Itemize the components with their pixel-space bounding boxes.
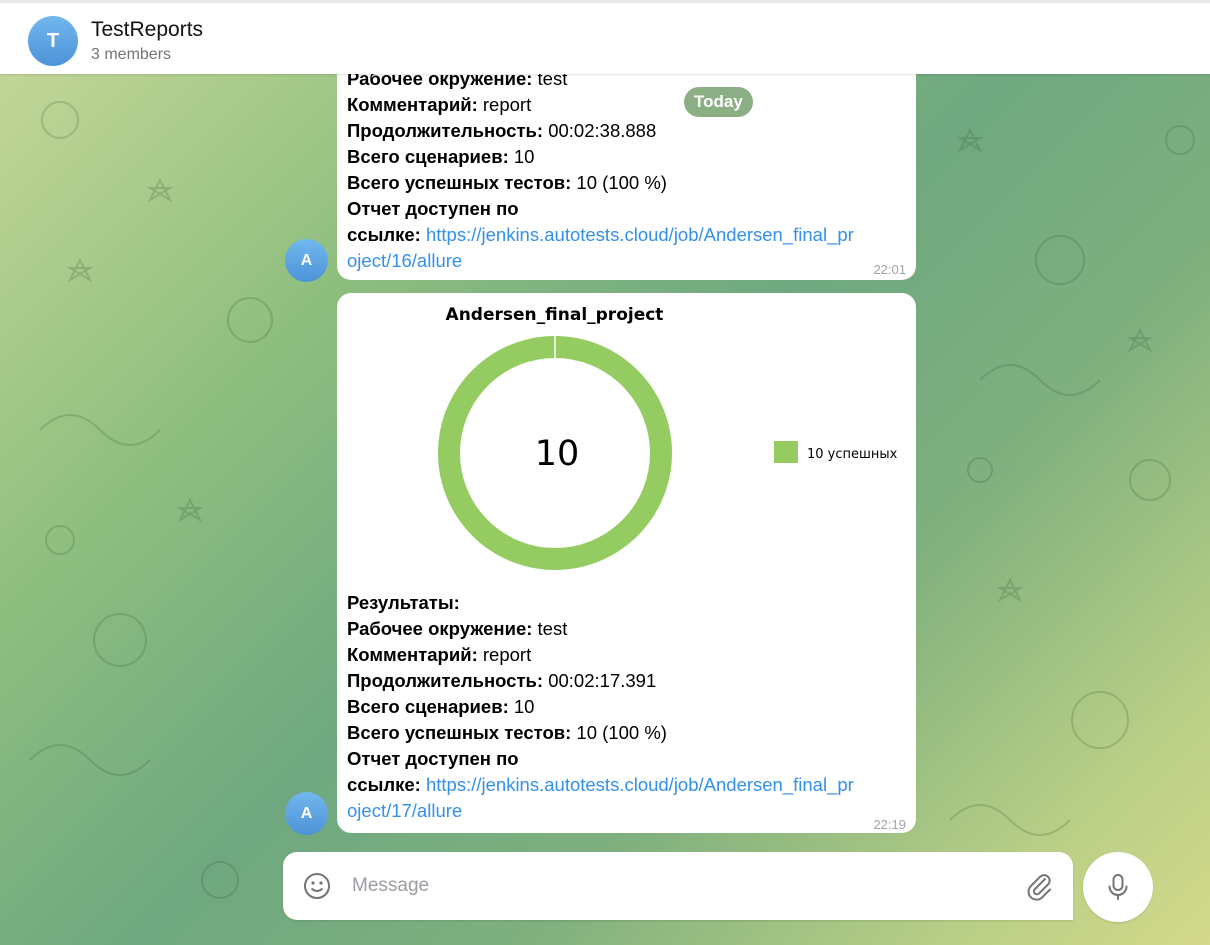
chart-title: Andersen_final_project [445, 305, 664, 325]
message-line: Всего сценариев: 10 [347, 146, 535, 167]
message-input[interactable]: Message [352, 875, 429, 897]
message-line: Отчет доступен по [347, 198, 519, 219]
legend-swatch [774, 441, 798, 463]
microphone-button[interactable] [1083, 852, 1153, 922]
report-link[interactable]: https://jenkins.autotests.cloud/job/Ande… [426, 224, 854, 245]
sender-avatar[interactable]: A [285, 792, 328, 835]
message-line: Продолжительность: 00:02:17.391 [347, 670, 657, 691]
paperclip-icon[interactable] [1025, 870, 1053, 907]
smile-icon[interactable] [303, 872, 331, 905]
message-line: Отчет доступен по [347, 748, 519, 769]
chat-title: TestReports [91, 18, 204, 41]
microphone-icon [1108, 874, 1128, 900]
report-link[interactable]: https://jenkins.autotests.cloud/job/Ande… [426, 774, 854, 795]
message-line: Всего успешных тестов: 10 (100 %) [347, 722, 667, 743]
message-line: Всего успешных тестов: 10 (100 %) [347, 172, 667, 193]
message-line: Рабочее окружение: test [347, 618, 568, 639]
message-link-line: ссылке: https://jenkins.autotests.cloud/… [347, 774, 854, 795]
report-link-cont[interactable]: oject/16/allure [347, 250, 462, 271]
member-count: 3 members [91, 46, 172, 63]
report-link-cont[interactable]: oject/17/allure [347, 800, 462, 821]
message-time: 22:01 [873, 262, 906, 277]
message-composer[interactable]: Message [283, 852, 1073, 920]
date-badge: Today [684, 87, 753, 117]
message-line: Всего сценариев: 10 [347, 696, 535, 717]
message-link-line: ссылке: https://jenkins.autotests.cloud/… [347, 224, 854, 245]
sender-avatar[interactable]: A [285, 239, 328, 282]
results-label: Результаты: [347, 592, 460, 613]
message-line: Комментарий: report [347, 94, 532, 115]
message-line: Комментарий: report [347, 644, 532, 665]
message-bubble: Рабочее окружение: test Комментарий: rep… [337, 50, 916, 280]
message-bubble: Andersen_final_project 10 10 успешных Ре… [337, 293, 916, 833]
chat-avatar[interactable]: T [28, 16, 78, 66]
message-line: Продолжительность: 00:02:38.888 [347, 120, 657, 141]
chat-header[interactable]: T TestReports 3 members [0, 0, 1210, 74]
donut-chart: 10 10 успешных [438, 334, 898, 570]
legend-label: 10 успешных [807, 447, 898, 462]
message-time: 22:19 [873, 817, 906, 832]
donut-center-label: 10 [535, 434, 580, 474]
